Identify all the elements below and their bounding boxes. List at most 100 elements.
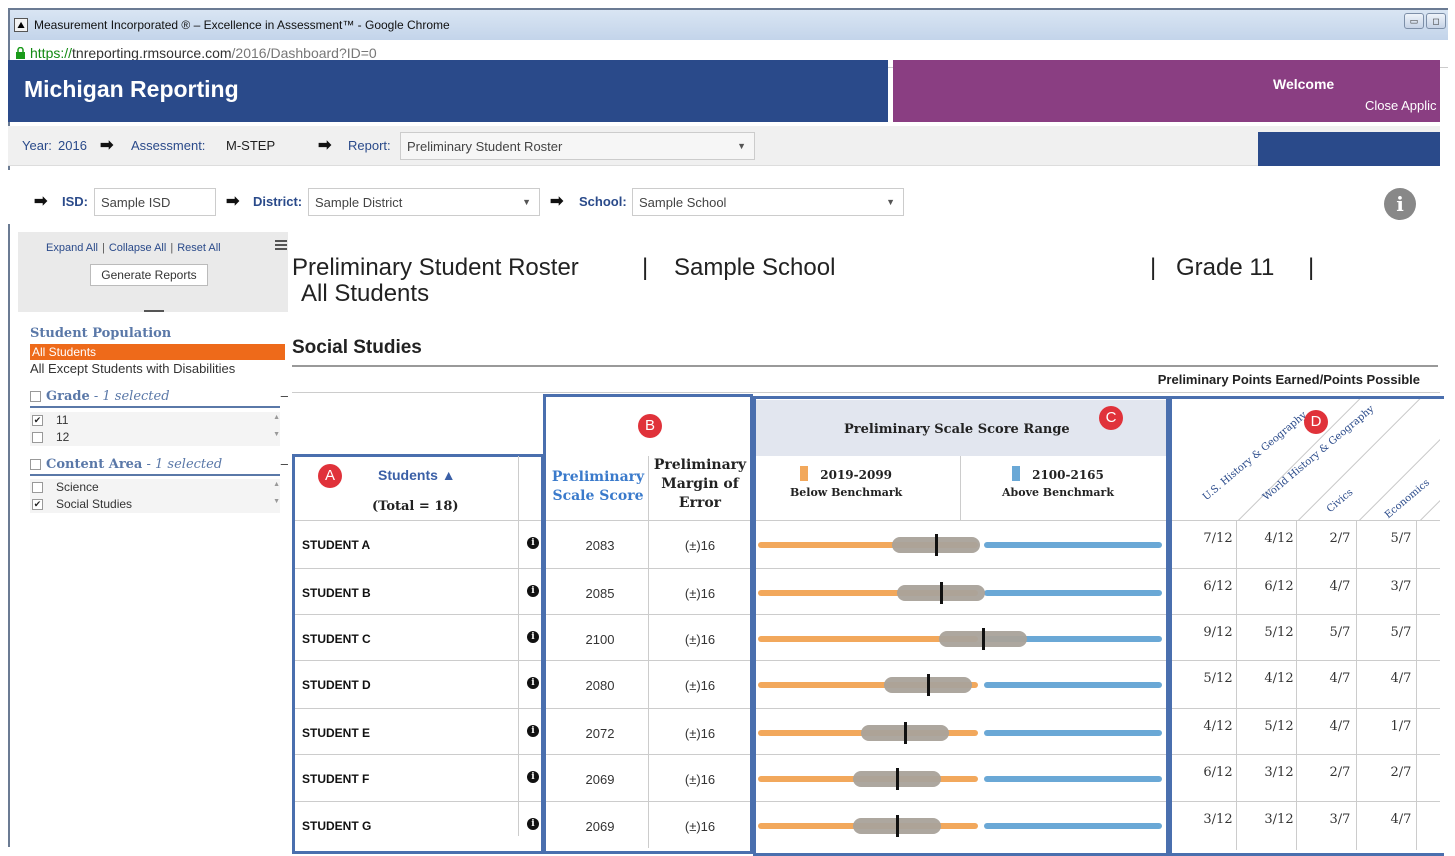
report-title: Preliminary Student Roster <box>292 254 579 281</box>
collapse-icon[interactable]: – <box>281 388 288 403</box>
marker-b: B <box>638 414 662 438</box>
isd-select[interactable]: Sample ISD <box>94 188 216 216</box>
grade-option-12[interactable]: 12 ▼ <box>30 429 280 446</box>
population-all-students[interactable]: All Students <box>30 344 285 360</box>
grade-filter-header[interactable]: Grade - 1 selected – <box>30 388 288 408</box>
url-path: /2016/Dashboard?ID=0 <box>231 45 377 61</box>
separator: | <box>101 242 105 254</box>
title-separator: | <box>1150 254 1157 281</box>
menu-icon[interactable] <box>275 240 287 250</box>
close-application-link[interactable]: Close Applic <box>1365 98 1437 113</box>
district-label: District: <box>253 194 303 209</box>
school-name: Sample School <box>674 254 836 281</box>
arrow-right-icon: ➡ <box>100 137 114 154</box>
subject-heading: Social Studies <box>292 337 422 358</box>
population-except-disabilities[interactable]: All Except Students with Disabilities <box>30 361 235 376</box>
scroll-up-icon[interactable]: ▲ <box>273 481 280 488</box>
filter-bar-location: ➡ ISD: Sample ISD ➡ District: Sample Dis… <box>8 170 1440 224</box>
scroll-up-icon[interactable]: ▲ <box>273 414 280 421</box>
content-filter-header[interactable]: Content Area - 1 selected – <box>30 456 288 476</box>
school-select-value: Sample School <box>639 195 727 210</box>
content-option-social-studies[interactable]: ✔ Social Studies ▼ <box>30 496 280 513</box>
grade-option-11[interactable]: ✔ 11 ▲ <box>30 412 280 429</box>
isd-label: ISD: <box>62 194 88 209</box>
generate-reports-button[interactable]: Generate Reports <box>90 264 208 286</box>
isd-select-value: Sample ISD <box>101 195 171 210</box>
divider <box>648 456 649 848</box>
points-caption: Preliminary Points Earned/Points Possibl… <box>1157 372 1420 387</box>
checkbox-checked-icon[interactable]: ✔ <box>32 499 43 510</box>
assessment-label: Assessment: <box>131 138 206 153</box>
grade-checkbox[interactable] <box>30 391 41 402</box>
divider <box>292 365 1438 367</box>
marker-d: D <box>1304 410 1328 434</box>
assessment-value[interactable]: M-STEP <box>226 138 275 153</box>
expand-all-link[interactable]: Expand All <box>46 242 98 254</box>
title-bar: ⛰ Measurement Incorporated ® – Excellenc… <box>10 10 1448 40</box>
school-label: School: <box>579 194 627 209</box>
highlight-box-a <box>292 454 544 854</box>
sidebar-toolbar: Expand All | Collapse All | Reset All Genera… <box>18 232 288 312</box>
restore-icon[interactable]: ◻ <box>1426 13 1446 29</box>
year-label: Year: <box>22 138 52 153</box>
url-host: tnreporting.rmsource.com <box>72 45 232 61</box>
population-title: Student Population <box>30 326 172 341</box>
population-heading: All Students <box>301 280 430 307</box>
chevron-down-icon: ▼ <box>886 197 895 207</box>
grade-title-text: Grade <box>46 389 90 404</box>
welcome-panel: Welcome Close Applic <box>893 60 1440 122</box>
content-selected-count: - 1 selected <box>142 457 223 472</box>
sidebar: Expand All | Collapse All | Reset All Genera… <box>18 232 288 847</box>
content-checkbox[interactable] <box>30 459 41 470</box>
scroll-down-icon[interactable]: ▼ <box>273 431 280 438</box>
divider <box>1296 520 1297 850</box>
content-option-label: Science <box>56 480 99 494</box>
app-header: Michigan Reporting <box>8 60 888 122</box>
url-text[interactable]: https://tnreporting.rmsource.com/2016/Da… <box>30 45 377 61</box>
highlight-box-c <box>753 396 1169 856</box>
chevron-down-icon: ▼ <box>522 197 531 207</box>
report-select[interactable]: Preliminary Student Roster ▼ <box>400 132 755 160</box>
scroll-down-icon[interactable]: ▼ <box>273 498 280 505</box>
minimize-icon[interactable]: ▭ <box>1404 13 1424 29</box>
welcome-text: Welcome <box>1273 76 1335 92</box>
checkbox[interactable] <box>32 432 43 443</box>
title-separator: | <box>1308 254 1315 281</box>
window-controls: ▭ ◻ <box>1404 13 1446 29</box>
grade-filter-title: Grade - 1 selected <box>46 389 170 404</box>
separator: | <box>170 242 174 254</box>
roster-table: Students ▲ (Total = 18) Preliminary Scal… <box>292 392 1444 856</box>
divider <box>1236 520 1237 850</box>
grade-selected-count: - 1 selected <box>89 389 170 404</box>
divider <box>1416 520 1417 850</box>
resize-handle[interactable] <box>144 310 164 312</box>
collapse-all-link[interactable]: Collapse All <box>109 242 166 254</box>
marker-a: A <box>318 464 342 488</box>
url-scheme: https:// <box>30 45 73 61</box>
report-select-value: Preliminary Student Roster <box>407 139 563 154</box>
marker-c: C <box>1099 406 1123 430</box>
reset-all-link[interactable]: Reset All <box>177 242 220 254</box>
content-filter-title: Content Area - 1 selected <box>46 457 222 472</box>
school-select[interactable]: Sample School ▼ <box>632 188 904 216</box>
report-label: Report: <box>348 138 391 153</box>
checkbox[interactable] <box>32 482 43 493</box>
checkbox-checked-icon[interactable]: ✔ <box>32 415 43 426</box>
content-option-science[interactable]: Science ▲ <box>30 479 280 496</box>
divider <box>1356 520 1357 850</box>
info-icon[interactable]: i <box>1384 188 1416 220</box>
app-title: Michigan Reporting <box>24 76 239 102</box>
divider <box>518 456 519 836</box>
lock-icon <box>16 47 25 59</box>
window-title: Measurement Incorporated ® – Excellence … <box>34 18 450 32</box>
collapse-icon[interactable]: – <box>281 456 288 471</box>
arrow-right-icon: ➡ <box>318 137 332 154</box>
district-select[interactable]: Sample District ▼ <box>308 188 540 216</box>
content-title-text: Content Area <box>46 457 143 472</box>
arrow-right-icon: ➡ <box>550 193 564 210</box>
grade-option-label: 12 <box>56 430 70 444</box>
grade-option-label: 11 <box>56 413 69 427</box>
year-value[interactable]: 2016 <box>58 138 87 153</box>
content-option-label: Social Studies <box>56 497 133 511</box>
district-select-value: Sample District <box>315 195 403 210</box>
